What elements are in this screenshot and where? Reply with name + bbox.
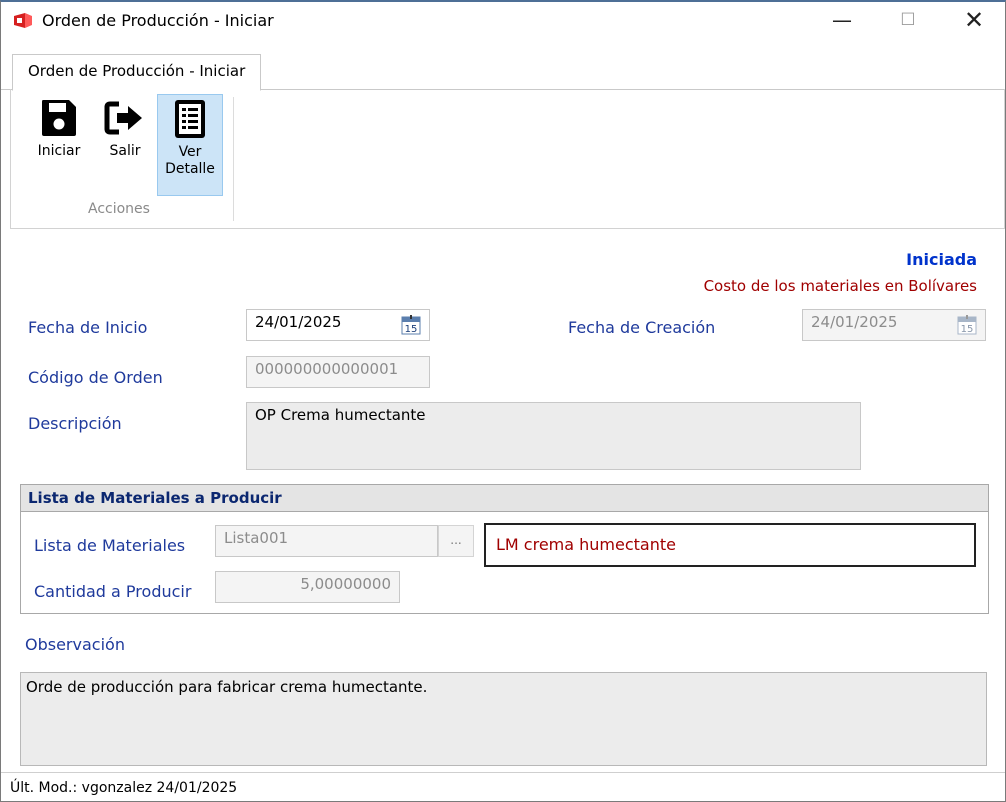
title-bar: Orden de Producción - Iniciar — ☐ ✕ (1, 2, 1005, 40)
detail-list-icon (175, 100, 205, 138)
production-order-window: Orden de Producción - Iniciar — ☐ ✕ Orde… (0, 0, 1006, 802)
currency-note: Costo de los materiales en Bolívares (703, 277, 977, 295)
ribbon-group-separator (233, 97, 234, 221)
lista-materiales-label: Lista de Materiales (34, 536, 186, 555)
footer-divider (1, 772, 1005, 773)
app-logo-icon (14, 13, 32, 28)
ribbon-tab-strip: Orden de Producción - Iniciar (1, 50, 1005, 91)
cantidad-producir-value: 5,00000000 (300, 575, 391, 593)
fecha-inicio-field[interactable]: 24/01/2025 15 (246, 309, 430, 341)
iniciar-button[interactable]: Iniciar (28, 94, 90, 192)
calendar-icon[interactable]: 15 (401, 315, 421, 335)
calendar-disabled-icon: 15 (957, 315, 977, 335)
maximize-button[interactable]: ☐ (885, 2, 931, 40)
codigo-orden-label: Código de Orden (28, 368, 163, 387)
codigo-orden-value: 000000000000001 (255, 360, 399, 378)
exit-icon (104, 101, 142, 135)
codigo-orden-field: 000000000000001 (246, 356, 430, 388)
descripcion-value: OP Crema humectante (255, 406, 426, 424)
cantidad-producir-field: 5,00000000 (215, 571, 400, 603)
salir-label: Salir (109, 143, 141, 159)
lista-materiales-code: Lista001 (224, 529, 289, 547)
lista-materiales-field: Lista001 (215, 525, 438, 557)
ribbon-panel: Iniciar Salir Ver Detalle Acciones (10, 89, 1005, 229)
tab-orden-produccion[interactable]: Orden de Producción - Iniciar (12, 54, 262, 91)
minimize-button[interactable]: — (819, 2, 865, 40)
ver-detalle-label-line2: Detalle (165, 161, 215, 177)
lista-lookup-button[interactable]: ... (438, 525, 474, 557)
observacion-value: Orde de producción para fabricar crema h… (26, 678, 428, 696)
calendar-day-disabled: 15 (961, 324, 974, 335)
calendar-day: 15 (405, 324, 418, 335)
salir-button[interactable]: Salir (94, 94, 156, 192)
fecha-inicio-value: 24/01/2025 (255, 313, 342, 331)
fecha-creacion-value: 24/01/2025 (811, 313, 898, 331)
observacion-field[interactable]: Orde de producción para fabricar crema h… (20, 672, 987, 766)
ver-detalle-button[interactable]: Ver Detalle (157, 94, 223, 196)
cantidad-producir-label: Cantidad a Producir (34, 582, 192, 601)
status-badge: Iniciada (906, 250, 977, 269)
window-title: Orden de Producción - Iniciar (42, 11, 274, 30)
lista-materiales-description: LM crema humectante (484, 523, 976, 567)
descripcion-label: Descripción (28, 414, 122, 433)
ver-detalle-label-line1: Ver (178, 144, 202, 160)
descripcion-field[interactable]: OP Crema humectante (246, 402, 861, 470)
save-icon (42, 100, 76, 136)
fecha-inicio-label: Fecha de Inicio (28, 318, 148, 337)
acciones-group-label: Acciones (88, 201, 150, 217)
iniciar-label: Iniciar (37, 143, 81, 159)
materials-section-title: Lista de Materiales a Producir (21, 485, 988, 512)
fecha-creacion-label: Fecha de Creación (568, 318, 716, 337)
close-button[interactable]: ✕ (951, 2, 997, 40)
fecha-creacion-field: 24/01/2025 15 (802, 309, 986, 341)
last-modified-info: Últ. Mod.: vgonzalez 24/01/2025 (10, 780, 238, 796)
observacion-label: Observación (25, 635, 125, 654)
